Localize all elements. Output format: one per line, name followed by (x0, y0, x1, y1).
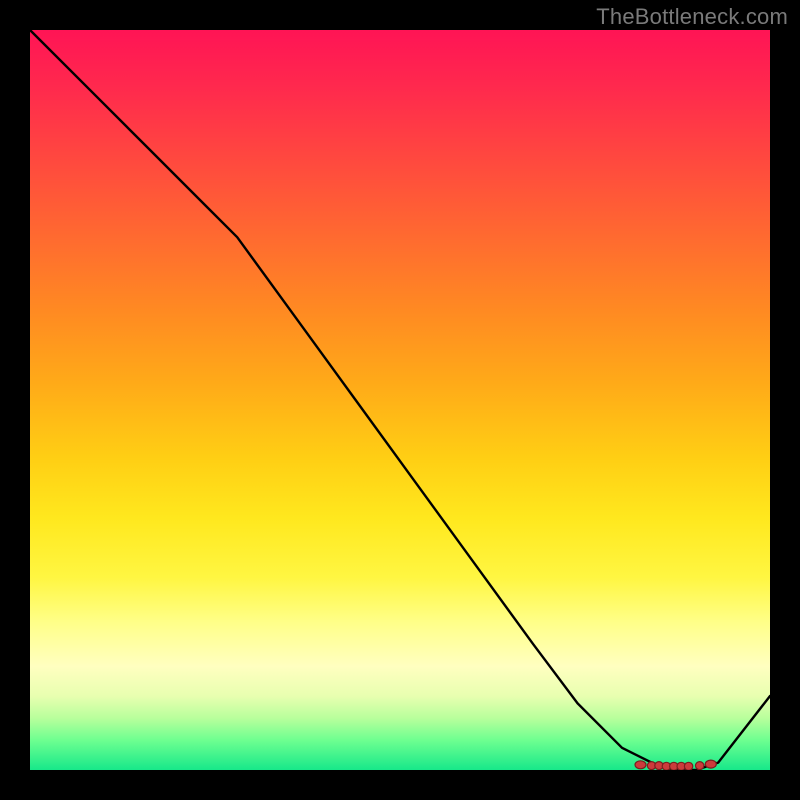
chart-dot (705, 760, 716, 768)
chart-dot (635, 761, 646, 769)
watermark-text: TheBottleneck.com (596, 4, 788, 30)
chart-dot (696, 762, 704, 770)
chart-line (30, 30, 770, 770)
chart-plot-area (30, 30, 770, 770)
chart-svg (30, 30, 770, 770)
chart-dot (684, 762, 692, 770)
